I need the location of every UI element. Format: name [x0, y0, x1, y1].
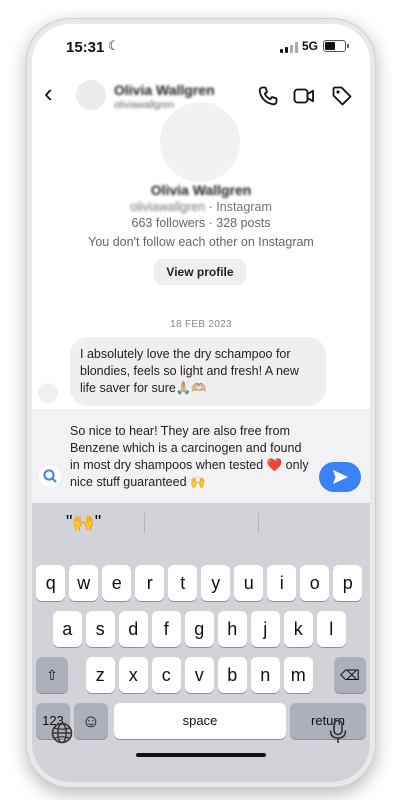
incoming-message[interactable]: I absolutely love the dry schampoo for b… [70, 337, 326, 406]
key-h[interactable]: h [217, 611, 247, 647]
header-contact-name[interactable]: Olivia Wallgren [114, 82, 215, 98]
screen: 15:31 ☾ 5G ‹ Olivia Wallgren oliviawallg… [32, 24, 370, 782]
key-q[interactable]: q [36, 565, 66, 601]
emoji-key[interactable]: ☺ [74, 703, 108, 739]
key-i[interactable]: i [267, 565, 297, 601]
key-g[interactable]: g [184, 611, 214, 647]
key-b[interactable]: b [217, 657, 247, 693]
header-avatar[interactable] [76, 80, 106, 110]
key-p[interactable]: p [333, 565, 363, 601]
home-indicator [136, 753, 266, 757]
delete-key[interactable]: ⌫ [334, 657, 366, 693]
profile-avatar[interactable] [160, 102, 240, 182]
suggestion-bar: "🙌" [32, 503, 370, 545]
profile-name: Olivia Wallgren [150, 182, 252, 198]
profile-username: oliviawallgren [130, 200, 206, 214]
key-r[interactable]: r [135, 565, 165, 601]
key-f[interactable]: f [151, 611, 181, 647]
key-d[interactable]: d [118, 611, 148, 647]
key-w[interactable]: w [69, 565, 99, 601]
message-composer: So nice to hear! They are also free from… [32, 409, 370, 503]
globe-icon[interactable] [50, 721, 74, 745]
suggestion-item[interactable]: "🙌" [66, 512, 101, 533]
key-u[interactable]: u [234, 565, 264, 601]
microphone-icon[interactable] [328, 719, 348, 745]
follow-note: You don't follow each other on Instagram [88, 235, 314, 249]
key-e[interactable]: e [102, 565, 132, 601]
back-chevron-icon[interactable]: ‹ [44, 78, 53, 108]
key-z[interactable]: z [85, 657, 115, 693]
key-y[interactable]: y [201, 565, 231, 601]
signal-icon [280, 42, 298, 53]
key-k[interactable]: k [283, 611, 313, 647]
sender-avatar [38, 383, 58, 403]
battery-level [325, 42, 336, 50]
send-button[interactable] [319, 462, 361, 492]
moon-icon: ☾ [108, 38, 120, 53]
key-j[interactable]: j [250, 611, 280, 647]
profile-stats: 663 followers · 328 posts [131, 216, 271, 230]
message-date: 18 FEB 2023 [170, 319, 232, 330]
key-l[interactable]: l [316, 611, 346, 647]
key-s[interactable]: s [85, 611, 115, 647]
shift-key[interactable]: ⇧ [36, 657, 68, 693]
keyboard: "🙌" qwertyuiop asdfghjkl zxcvbnm ⇧ ⌫ 123… [32, 503, 370, 782]
status-bar: 15:31 ☾ 5G [32, 24, 370, 68]
space-key[interactable]: space [114, 703, 286, 739]
phone-frame: 15:31 ☾ 5G ‹ Olivia Wallgren oliviawallg… [26, 18, 376, 788]
key-t[interactable]: t [168, 565, 198, 601]
phone-icon[interactable] [256, 84, 280, 108]
suggestion-divider [258, 513, 259, 533]
key-c[interactable]: c [151, 657, 181, 693]
view-profile-button[interactable]: View profile [154, 259, 246, 285]
search-icon[interactable] [39, 465, 61, 487]
video-icon[interactable] [292, 84, 316, 108]
key-a[interactable]: a [52, 611, 82, 647]
header-username: oliviawallgren [114, 100, 175, 111]
key-o[interactable]: o [300, 565, 330, 601]
profile-subtitle: oliviawallgren · Instagram [32, 200, 370, 214]
suggestion-divider [144, 513, 145, 533]
key-v[interactable]: v [184, 657, 214, 693]
key-x[interactable]: x [118, 657, 148, 693]
status-time: 15:31 [66, 39, 105, 56]
network-label: 5G [302, 39, 319, 53]
key-m[interactable]: m [283, 657, 313, 693]
key-n[interactable]: n [250, 657, 280, 693]
message-input[interactable]: So nice to hear! They are also free from… [70, 423, 310, 491]
tag-icon[interactable] [330, 84, 354, 108]
battery-icon [323, 40, 349, 52]
profile-platform: · Instagram [205, 200, 272, 214]
